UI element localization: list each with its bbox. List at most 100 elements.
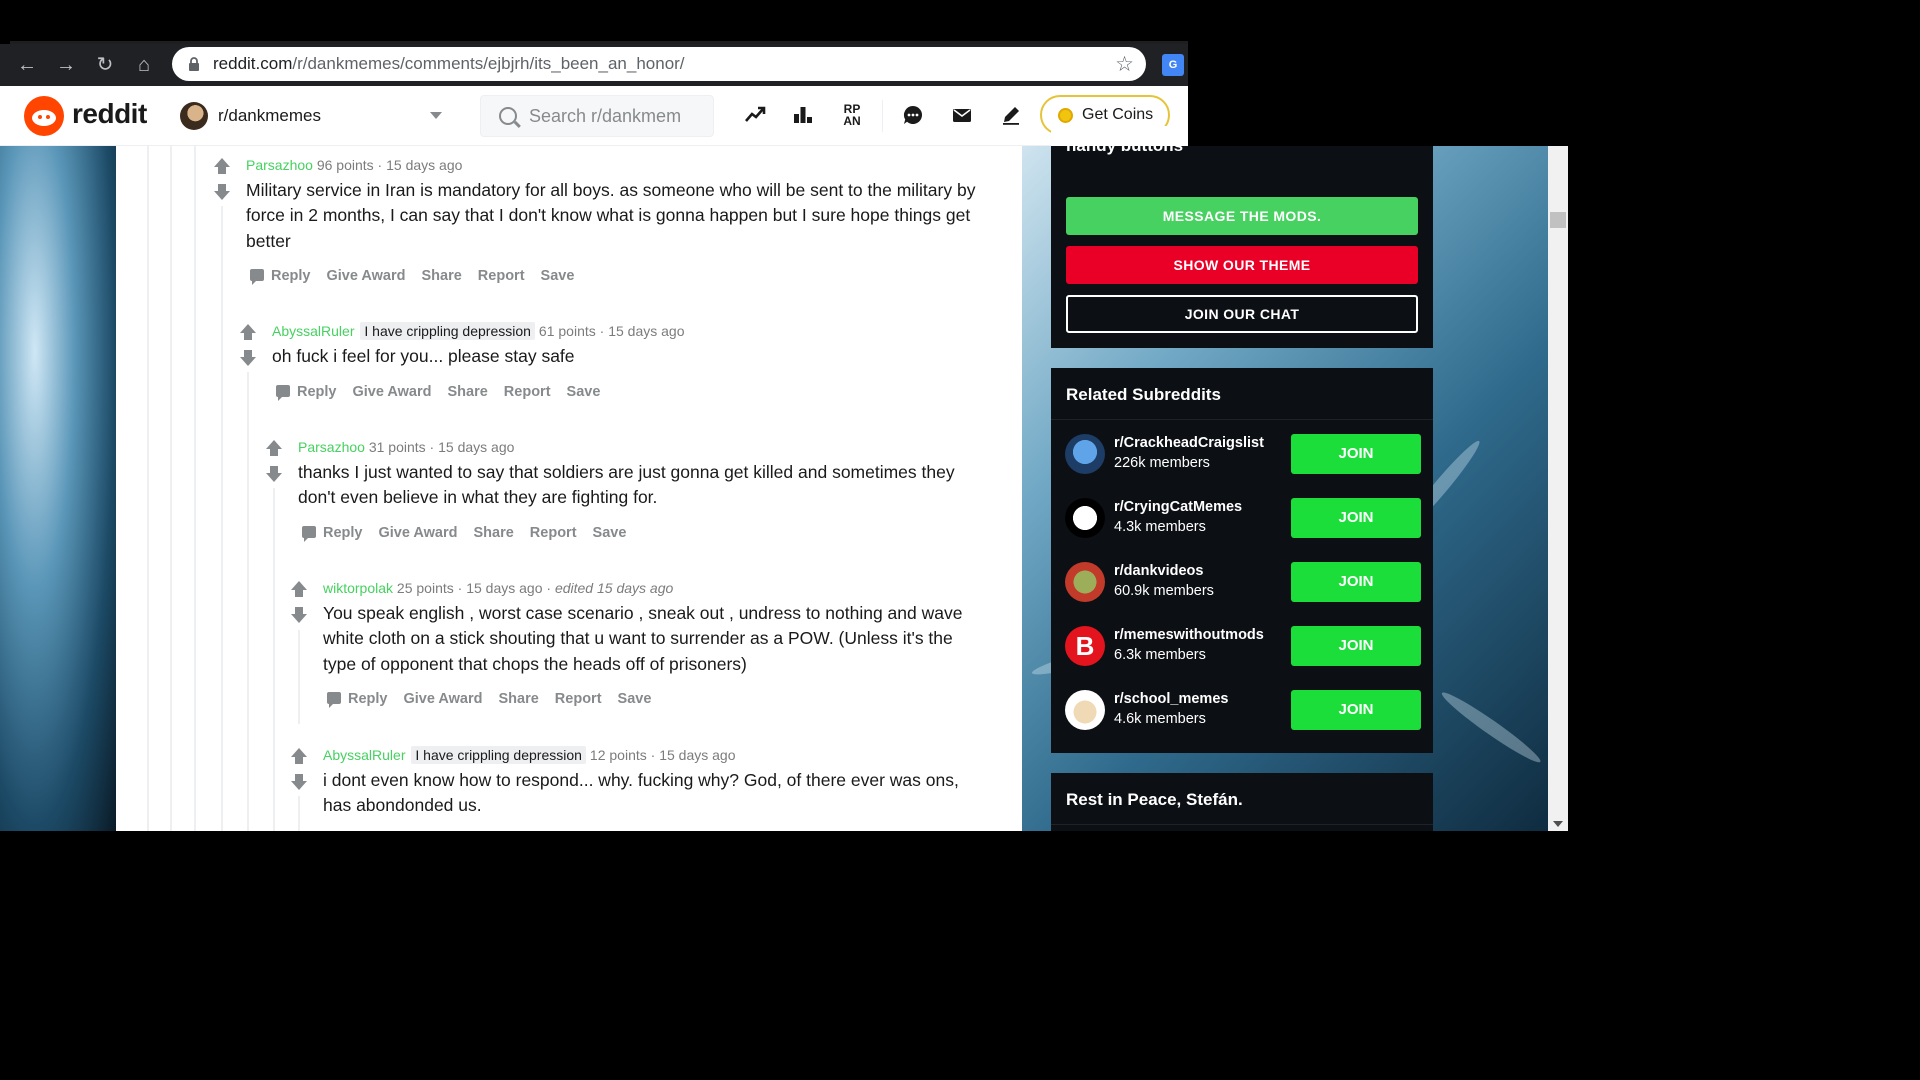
upvote-arrow-icon[interactable]: [212, 158, 232, 176]
report-button[interactable]: Report: [555, 691, 602, 707]
report-button[interactable]: Report: [504, 384, 551, 400]
subreddit-dropdown[interactable]: r/dankmemes: [180, 101, 448, 131]
search-box[interactable]: [480, 95, 714, 137]
downvote-arrow-icon[interactable]: [289, 607, 309, 625]
report-button[interactable]: Report: [530, 525, 577, 541]
comment-points: 96 points: [316, 157, 374, 173]
related-subreddit-item[interactable]: r/dankvideos 60.9k members JOIN: [1065, 560, 1421, 604]
thread-line[interactable]: [194, 146, 196, 831]
page-scrollbar[interactable]: [1548, 146, 1568, 831]
comment-thread: Parsazhoo 96 points · 15 days ago Milita…: [116, 146, 1022, 831]
thread-line[interactable]: [221, 206, 223, 831]
reply-button[interactable]: Reply: [276, 384, 337, 401]
comment-age[interactable]: 15 days ago: [438, 439, 514, 455]
user-flair: I have crippling depression: [360, 322, 535, 340]
thread-line[interactable]: [247, 372, 249, 831]
widget-title: Related Subreddits: [1066, 385, 1221, 404]
comment-age[interactable]: 15 days ago: [608, 323, 684, 339]
report-button[interactable]: Report: [478, 268, 525, 284]
comment-body: thanks I just wanted to say that soldier…: [298, 462, 955, 508]
reply-button[interactable]: Reply: [327, 691, 388, 708]
comment-body: i dont even know how to respond... why. …: [323, 770, 959, 816]
join-button[interactable]: JOIN: [1291, 690, 1421, 730]
create-post-pencil-icon[interactable]: [999, 104, 1023, 128]
comment-age[interactable]: 15 days ago: [659, 747, 735, 763]
downvote-arrow-icon[interactable]: [212, 184, 232, 202]
search-icon: [499, 107, 517, 125]
subreddit-name: r/dankmemes: [218, 106, 321, 125]
coin-icon: [1058, 108, 1073, 123]
address-bar[interactable]: reddit.com/r/dankmemes/comments/ejbjrh/i…: [172, 47, 1146, 81]
comment-age[interactable]: 15 days ago: [386, 157, 462, 173]
upvote-arrow-icon[interactable]: [289, 748, 309, 766]
translate-extension-icon[interactable]: G: [1162, 54, 1184, 76]
related-subreddit-item[interactable]: r/school_memes 4.6k members JOIN: [1065, 688, 1421, 732]
join-button[interactable]: JOIN: [1291, 498, 1421, 538]
save-button[interactable]: Save: [541, 268, 575, 284]
comment-meta: wiktorpolak 25 points · 15 days ago · ed…: [323, 580, 674, 596]
comment-author[interactable]: wiktorpolak: [323, 580, 393, 596]
give-award-button[interactable]: Give Award: [404, 691, 483, 707]
thread-line[interactable]: [298, 796, 300, 831]
join-chat-button[interactable]: JOIN OUR CHAT: [1066, 295, 1418, 333]
thread-line[interactable]: [147, 146, 149, 831]
join-button[interactable]: JOIN: [1291, 434, 1421, 474]
comment-actions: Reply Give Award Share Report Save: [250, 268, 590, 285]
downvote-arrow-icon[interactable]: [264, 466, 284, 484]
subreddit-icon: [1065, 690, 1105, 730]
home-icon[interactable]: ⌂: [131, 52, 157, 78]
show-theme-button[interactable]: SHOW OUR THEME: [1066, 246, 1418, 284]
back-arrow-icon[interactable]: ←: [14, 52, 40, 78]
share-button[interactable]: Share: [498, 691, 538, 707]
save-button[interactable]: Save: [567, 384, 601, 400]
comment-age[interactable]: 15 days ago: [466, 580, 542, 596]
downvote-arrow-icon[interactable]: [238, 350, 258, 368]
comment-meta: AbyssalRuler I have crippling depression…: [272, 322, 685, 340]
related-subreddit-item[interactable]: B r/memeswithoutmods 6.3k members JOIN: [1065, 624, 1421, 668]
upvote-arrow-icon[interactable]: [289, 581, 309, 599]
upvote-arrow-icon[interactable]: [238, 324, 258, 342]
user-flair: I have crippling depression: [411, 746, 586, 764]
reddit-logo-icon[interactable]: [24, 96, 64, 136]
comment-author[interactable]: AbyssalRuler: [323, 747, 405, 763]
thread-line[interactable]: [170, 146, 172, 831]
reload-icon[interactable]: ↻: [92, 52, 118, 78]
comment-author[interactable]: Parsazhoo: [298, 439, 365, 455]
related-subreddit-item[interactable]: r/CrackheadCraigslist 226k members JOIN: [1065, 432, 1421, 476]
chat-icon[interactable]: [901, 104, 925, 128]
reply-icon: [250, 269, 264, 285]
comment-author[interactable]: AbyssalRuler: [272, 323, 354, 339]
message-mods-button[interactable]: MESSAGE THE MODS.: [1066, 197, 1418, 235]
join-button[interactable]: JOIN: [1291, 626, 1421, 666]
give-award-button[interactable]: Give Award: [379, 525, 458, 541]
chevron-down-icon: [430, 112, 442, 119]
thread-line[interactable]: [298, 630, 300, 724]
search-input[interactable]: [529, 96, 709, 136]
give-award-button[interactable]: Give Award: [327, 268, 406, 284]
share-button[interactable]: Share: [447, 384, 487, 400]
give-award-button[interactable]: Give Award: [353, 384, 432, 400]
related-subreddit-item[interactable]: r/CryingCatMemes 4.3k members JOIN: [1065, 496, 1421, 540]
reply-button[interactable]: Reply: [302, 525, 363, 542]
mail-icon[interactable]: [950, 104, 974, 128]
forward-arrow-icon[interactable]: →: [53, 52, 79, 78]
save-button[interactable]: Save: [593, 525, 627, 541]
comment-body: oh fuck i feel for you... please stay sa…: [272, 346, 575, 366]
comment-author[interactable]: Parsazhoo: [246, 157, 313, 173]
comment-points: 25 points: [396, 580, 454, 596]
browser-toolbar: ← → ↻ ⌂ reddit.com/r/dankmemes/comments/…: [0, 44, 1188, 86]
bookmark-star-icon[interactable]: ☆: [1115, 52, 1134, 77]
rpan-icon[interactable]: RP AN: [838, 103, 866, 127]
share-button[interactable]: Share: [473, 525, 513, 541]
downvote-arrow-icon[interactable]: [289, 774, 309, 792]
leaderboard-icon[interactable]: [791, 104, 815, 128]
reddit-wordmark[interactable]: reddit: [72, 98, 147, 130]
thread-line[interactable]: [273, 488, 275, 831]
share-button[interactable]: Share: [421, 268, 461, 284]
join-button[interactable]: JOIN: [1291, 562, 1421, 602]
reply-button[interactable]: Reply: [250, 268, 311, 285]
upvote-arrow-icon[interactable]: [264, 440, 284, 458]
subreddit-avatar: [180, 102, 208, 130]
save-button[interactable]: Save: [618, 691, 652, 707]
trending-icon[interactable]: [743, 104, 767, 128]
